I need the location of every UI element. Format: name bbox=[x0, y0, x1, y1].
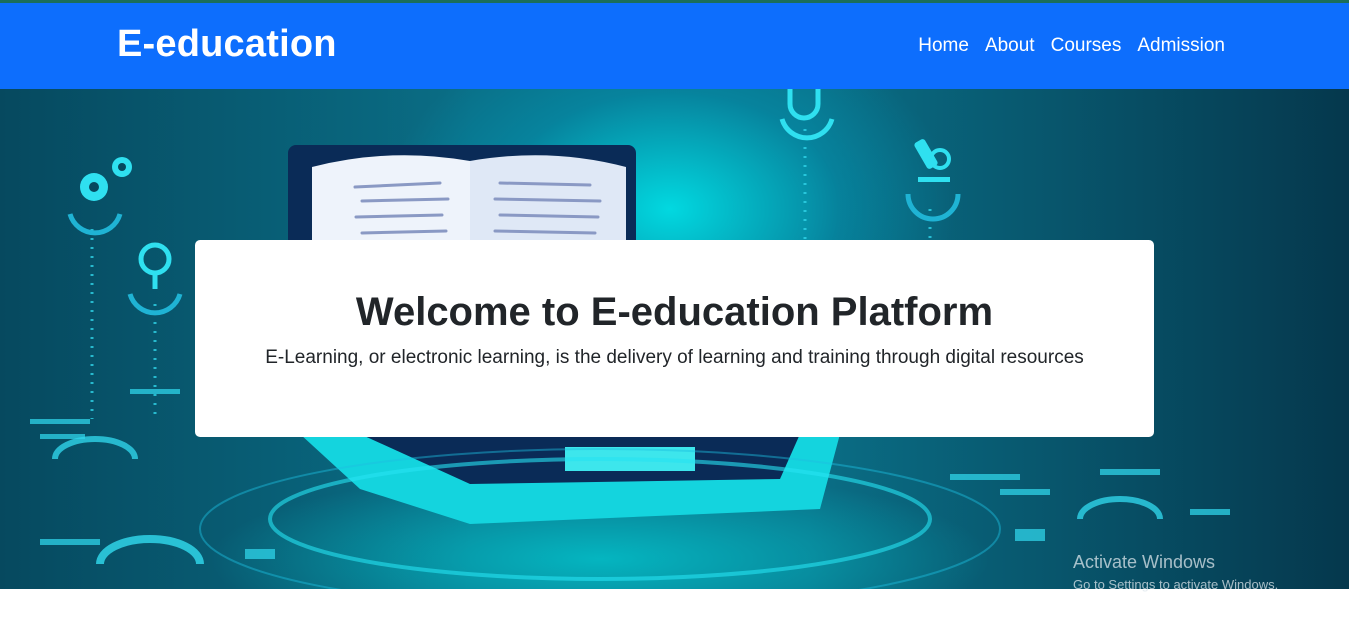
hero-description: E-Learning, or electronic learning, is t… bbox=[265, 347, 1084, 368]
nav-links: Home About Courses Admission bbox=[918, 35, 1225, 57]
brand-logo[interactable]: E-education bbox=[117, 23, 337, 66]
navbar: E-education Home About Courses Admission bbox=[0, 3, 1349, 89]
hero-banner: Welcome to E-education Platform E-Learni… bbox=[0, 89, 1349, 589]
microscope-icon bbox=[905, 139, 961, 222]
stethoscope-icon bbox=[779, 89, 835, 141]
watermark-subtitle: Go to Settings to activate Windows. bbox=[1073, 577, 1279, 592]
nav-courses-link[interactable]: Courses bbox=[1051, 35, 1122, 57]
nav-home-link[interactable]: Home bbox=[918, 35, 969, 57]
page-title: Welcome to E-education Platform bbox=[355, 290, 994, 334]
windows-activation-watermark: Activate Windows Go to Settings to activ… bbox=[1073, 552, 1278, 592]
laptop-icon bbox=[300, 434, 840, 524]
welcome-card: Welcome to E-education Platform E-Learni… bbox=[195, 240, 1154, 437]
nav-admission-link[interactable]: Admission bbox=[1137, 35, 1225, 57]
nav-about-link[interactable]: About bbox=[985, 35, 1035, 57]
magnifier-icon bbox=[127, 242, 183, 316]
watermark-title: Activate Windows bbox=[1073, 552, 1216, 572]
gear-icon bbox=[80, 157, 132, 201]
